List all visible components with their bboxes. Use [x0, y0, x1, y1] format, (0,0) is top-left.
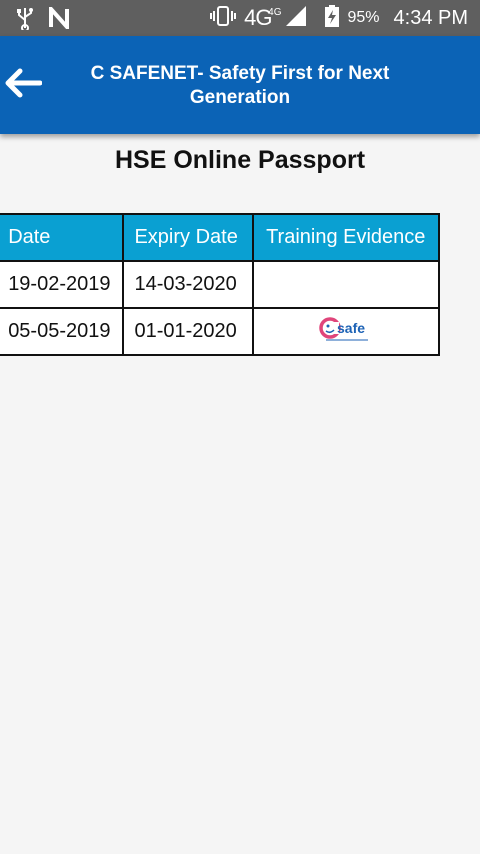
vibrate-icon — [210, 5, 237, 32]
cell-expiry: 01-01-2020 — [122, 307, 254, 356]
battery-percent: 95% — [347, 9, 380, 26]
csafe-logo-icon[interactable]: safe — [318, 314, 374, 344]
svg-text:safe: safe — [337, 320, 365, 336]
cell-date: 19-02-2019 — [0, 260, 125, 309]
app-bar: C SAFENET- Safety First for Next Generat… — [0, 36, 480, 134]
cell-expiry: 14-03-2020 — [122, 260, 254, 309]
table-row: er 19-02-2019 14-03-2020 — [0, 260, 441, 309]
header-expiry-date: Expiry Date — [122, 213, 254, 262]
signal-icon — [285, 5, 307, 32]
page-title: HSE Online Passport — [114, 146, 366, 174]
network-type: 4G 4G — [244, 5, 281, 31]
notification-n-icon — [48, 3, 70, 34]
table-row: er 05-05-2019 01-01-2020 safe — [0, 307, 441, 356]
header-training-evidence: Training Evidence — [251, 213, 441, 262]
clock: 4:34 PM — [393, 6, 468, 29]
passport-table: Date Expiry Date Training Evidence er 19… — [0, 213, 441, 356]
cell-date: 05-05-2019 — [0, 307, 125, 356]
back-button[interactable] — [0, 58, 46, 112]
header-date: Date — [0, 213, 125, 262]
app-title: C SAFENET- Safety First for Next Generat… — [90, 63, 390, 108]
network-sup: 4G — [268, 7, 282, 18]
cell-evidence — [251, 260, 441, 309]
cell-evidence[interactable]: safe — [251, 307, 441, 356]
status-bar: 4G 4G 95% 4:34 PM — [0, 0, 480, 36]
usb-icon — [16, 6, 34, 35]
arrow-back-icon — [4, 68, 43, 103]
passport-table-container[interactable]: Date Expiry Date Training Evidence er 19… — [0, 213, 480, 361]
table-header-row: Date Expiry Date Training Evidence — [0, 213, 441, 262]
battery-charging-icon — [325, 4, 340, 32]
